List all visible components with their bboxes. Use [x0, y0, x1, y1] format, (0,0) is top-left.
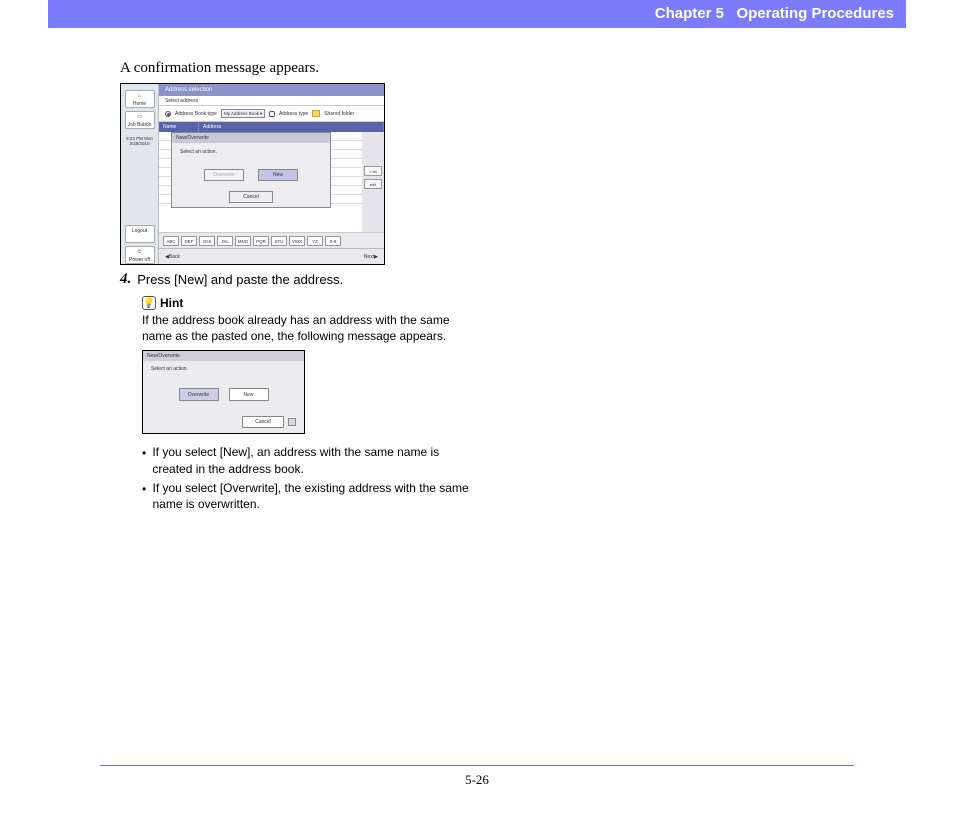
step-number: 4.	[120, 271, 131, 288]
job-button[interactable]: ▭ Job Button	[125, 111, 155, 129]
main-panel: Address selection Select address Address…	[159, 84, 384, 264]
new-overwrite-dialog: New/Overwrite Select an action. Overwrit…	[171, 132, 331, 208]
key-vwx[interactable]: VWX	[289, 236, 305, 246]
edit-button[interactable]: edit	[364, 179, 382, 189]
hint-label: Hint	[160, 296, 183, 310]
filter-row-2: Address Book type My Address Book Addres…	[159, 106, 384, 122]
chapter-header: Chapter 5 Operating Procedures	[48, 0, 906, 28]
address-list: New/Overwrite Select an action. Overwrit…	[159, 132, 362, 232]
bullet-text-1: If you select [New], an address with the…	[152, 444, 472, 476]
bullet-dot: •	[142, 444, 146, 476]
key-ghi[interactable]: GHI	[199, 236, 215, 246]
step-4: 4. Press [New] and paste the address.	[120, 271, 470, 288]
cancel-button[interactable]: Cancel	[229, 191, 273, 203]
nav-row: ◀ Back Next ▶	[159, 248, 384, 264]
footer-rule	[100, 765, 854, 766]
address-type-label: Address type	[279, 111, 308, 117]
key-abc[interactable]: ABC	[163, 236, 179, 246]
key-stu[interactable]: STU	[271, 236, 287, 246]
window-title: Address selection	[159, 84, 384, 96]
key-jkl[interactable]: JKL	[217, 236, 233, 246]
dialog2-title: New/Overwrite	[143, 351, 304, 361]
alpha-key-row: ABC DEF GHI JKL MNO PQR STU VWX YZ 0-9	[159, 232, 384, 248]
key-yz[interactable]: YZ	[307, 236, 323, 246]
power-label: Power off	[126, 256, 154, 264]
logout-button[interactable]: Logout	[125, 225, 155, 243]
select-address-label: Select address	[165, 98, 198, 104]
bullet-text-2: If you select [Overwrite], the existing …	[152, 480, 472, 512]
overwrite-button-2[interactable]: Overwrite	[179, 388, 219, 401]
col-address: Address	[199, 122, 384, 132]
page-number: 5-26	[0, 772, 954, 788]
address-type-radio[interactable]	[269, 111, 275, 117]
new-button[interactable]: New	[258, 169, 298, 181]
chapter-title: Operating Procedures	[736, 5, 894, 22]
chapter-number: Chapter 5	[655, 5, 724, 22]
folder-label: Shared folder	[324, 111, 354, 117]
new-button-2[interactable]: New	[229, 388, 269, 401]
all-button[interactable]: » All	[364, 166, 382, 176]
bullet-list: • If you select [New], an address with t…	[142, 444, 472, 512]
home-label: Home	[126, 100, 154, 108]
step-text: Press [New] and paste the address.	[137, 271, 343, 288]
job-icon: ▭	[126, 113, 154, 121]
key-mno[interactable]: MNO	[235, 236, 251, 246]
overwrite-button: Overwrite	[204, 169, 244, 181]
address-book-type-label: Address Book type	[175, 111, 217, 117]
address-book-dropdown[interactable]: My Address Book	[221, 109, 265, 118]
resize-handle-icon	[288, 418, 296, 426]
device-sidebar: ⌂ Home ▭ Job Button 9:23 PM Mon 3/28/201…	[121, 84, 159, 264]
dialog-title: New/Overwrite	[172, 133, 330, 143]
filter-row: Select address	[159, 96, 384, 106]
folder-icon	[312, 110, 320, 117]
cancel-button-2[interactable]: Cancel	[242, 416, 284, 428]
clock-display: 9:23 PM Mon 3/28/2010	[126, 136, 153, 146]
hint-block: 💡 Hint If the address book already has a…	[142, 296, 472, 434]
screenshot-overwrite-dialog: New/Overwrite Select an action. Overwrit…	[142, 350, 305, 434]
key-def[interactable]: DEF	[181, 236, 197, 246]
key-09[interactable]: 0-9	[325, 236, 341, 246]
home-icon: ⌂	[126, 92, 154, 100]
dialog2-message: Select an action.	[143, 361, 304, 372]
col-name: Name	[159, 122, 199, 132]
power-icon: ⏻	[126, 248, 154, 256]
dialog-message: Select an action.	[172, 143, 330, 155]
hint-icon: 💡	[142, 296, 156, 310]
list-side-buttons: » All edit	[362, 132, 384, 232]
back-label[interactable]: Back	[169, 254, 180, 260]
power-button[interactable]: ⏻ Power off	[125, 246, 155, 264]
hint-text: If the address book already has an addre…	[142, 312, 472, 344]
bullet-dot: •	[142, 480, 146, 512]
address-book-type-radio[interactable]	[165, 111, 171, 117]
job-label: Job Button	[126, 121, 154, 129]
home-button[interactable]: ⌂ Home	[125, 90, 155, 108]
intro-text: A confirmation message appears.	[120, 60, 470, 77]
screenshot-address-selection: ⌂ Home ▭ Job Button 9:23 PM Mon 3/28/201…	[120, 83, 385, 265]
next-label[interactable]: Next	[364, 254, 374, 260]
list-header: Name Address	[159, 122, 384, 132]
key-pqr[interactable]: PQR	[253, 236, 269, 246]
next-arrow-icon[interactable]: ▶	[374, 254, 378, 260]
